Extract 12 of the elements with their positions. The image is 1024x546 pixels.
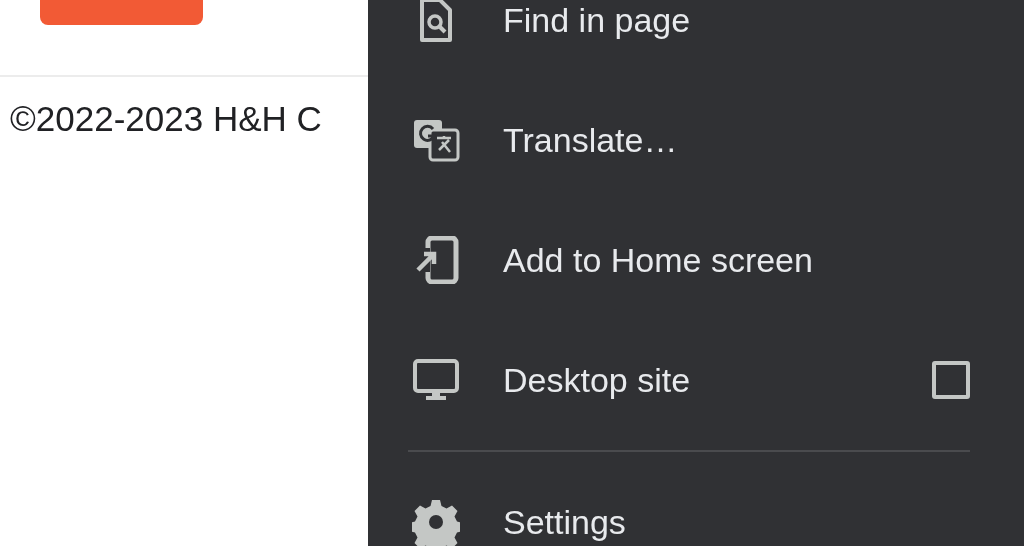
copyright-text: ©2022-2023 H&H C <box>9 98 322 139</box>
menu-item[interactable]: Find in page <box>408 0 970 80</box>
menu-item-label: Add to Home screen <box>503 240 814 280</box>
menu-item[interactable]: Translate… <box>408 80 970 200</box>
menu-item[interactable]: Settings <box>408 462 970 546</box>
menu-item-label: Settings <box>503 502 627 542</box>
menu-item-label: Translate… <box>503 120 679 160</box>
checkbox[interactable] <box>932 361 970 399</box>
menu-item[interactable]: Desktop site <box>408 320 970 440</box>
menu-item[interactable]: Add to Home screen <box>408 200 970 320</box>
menu-item-label: Find in page <box>503 0 692 40</box>
menu-item-label: Desktop site <box>503 360 692 400</box>
